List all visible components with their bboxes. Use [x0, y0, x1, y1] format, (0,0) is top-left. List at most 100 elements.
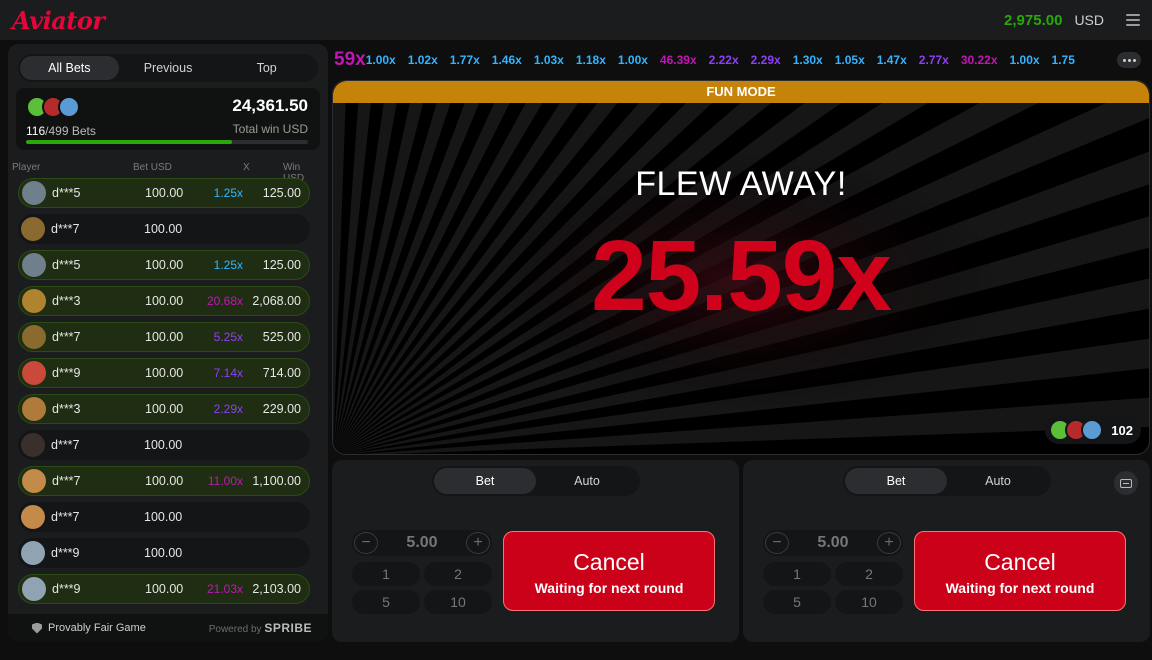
balance-currency: USD: [1074, 12, 1104, 28]
bet-amount: 100.00: [145, 330, 184, 344]
avatar: [22, 397, 46, 421]
col-x: X: [243, 162, 250, 173]
history-multiplier[interactable]: 2.77x: [919, 53, 949, 67]
powered-by: Powered by SPRIBE: [208, 621, 312, 635]
avatar: [21, 541, 45, 565]
plus-icon[interactable]: +: [876, 532, 901, 554]
online-players-badge[interactable]: 102: [1045, 416, 1141, 444]
crash-multiplier: 25.59x: [591, 220, 892, 332]
bet-amount: 100.00: [144, 222, 183, 236]
table-row: d***9 100.00: [18, 538, 310, 568]
tab-top[interactable]: Top: [217, 56, 316, 80]
player-name: d***7: [51, 510, 80, 524]
table-row: d***5 100.00 1.25x 125.00: [18, 250, 310, 280]
history-multiplier[interactable]: 46.39x: [660, 53, 697, 67]
top-header: Aviator 2,975.00 USD: [0, 0, 1152, 40]
cancel-bet-button[interactable]: Cancel Waiting for next round: [914, 531, 1126, 611]
shield-icon: [32, 622, 42, 634]
tab-bet[interactable]: Bet: [845, 468, 947, 494]
win-amount: 1,100.00: [252, 474, 301, 488]
tab-bet[interactable]: Bet: [434, 468, 536, 494]
history-more-button[interactable]: [1117, 52, 1141, 68]
tab-all-bets[interactable]: All Bets: [20, 56, 119, 80]
aviator-logo[interactable]: Aviator: [12, 6, 105, 35]
history-multiplier[interactable]: 1.05x: [835, 53, 865, 67]
history-multiplier[interactable]: 1.02x: [408, 53, 438, 67]
bet-amount: 100.00: [145, 258, 184, 272]
bet-amount: 100.00: [144, 546, 183, 560]
balance-area: 2,975.00 USD: [1004, 12, 1140, 29]
history-multiplier[interactable]: 2.22x: [709, 53, 739, 67]
history-multiplier[interactable]: 1.00x: [618, 53, 648, 67]
tab-previous[interactable]: Previous: [119, 56, 218, 80]
cancel-bet-button[interactable]: Cancel Waiting for next round: [503, 531, 715, 611]
quick-amount-1[interactable]: 1: [763, 562, 831, 586]
flew-away-text: FLEW AWAY!: [635, 165, 847, 203]
history-multiplier[interactable]: 30.22x: [961, 53, 998, 67]
quick-amount-10[interactable]: 10: [835, 590, 903, 614]
col-player: Player: [12, 162, 41, 173]
player-name: d***3: [52, 294, 81, 308]
history-multiplier[interactable]: 1.77x: [450, 53, 480, 67]
history-multiplier[interactable]: 1.03x: [534, 53, 564, 67]
bet-amount-value[interactable]: 5.00: [817, 534, 848, 552]
plus-icon[interactable]: +: [465, 532, 490, 554]
bets-count: 116/499 Bets: [26, 124, 96, 138]
minus-icon[interactable]: −: [354, 532, 378, 554]
table-row: d***9 100.00 21.03x 2,103.00: [18, 574, 310, 604]
win-amount: 125.00: [262, 186, 301, 200]
hamburger-menu-icon[interactable]: [1126, 14, 1140, 26]
bets-list: d***5 100.00 1.25x 125.00 d***7 100.00 d***5 10…: [18, 178, 310, 604]
minus-icon[interactable]: −: [765, 532, 789, 554]
table-row: d***7 100.00: [18, 430, 310, 460]
multiplier-history: 59x 1.00x 1.02x 1.77x 1.46x 1.03x 1.18x 1.00x 46…: [334, 46, 1112, 74]
avatar: [22, 469, 46, 493]
cashout-multiplier: 1.25x: [213, 258, 243, 272]
history-multiplier[interactable]: 2.29x: [751, 53, 781, 67]
total-win-label: Total win USD: [232, 122, 308, 136]
remove-panel-icon[interactable]: [1114, 471, 1138, 495]
bets-panel: All Bets Previous Top 116/499 Bets 24,36…: [8, 44, 328, 642]
tab-auto[interactable]: Auto: [536, 468, 638, 494]
quick-amount-10[interactable]: 10: [424, 590, 492, 614]
provably-fair-label: Provably Fair Game: [48, 622, 146, 634]
history-multiplier[interactable]: 1.00x: [1010, 53, 1040, 67]
bet-amount: 100.00: [145, 186, 184, 200]
history-multiplier[interactable]: 1.46x: [492, 53, 522, 67]
history-multiplier[interactable]: 1.00x: [366, 53, 396, 67]
win-amount: 525.00: [262, 330, 301, 344]
table-row: d***3 100.00 20.68x 2,068.00: [18, 286, 310, 316]
bet-amount: 100.00: [145, 474, 184, 488]
history-multiplier[interactable]: 1.18x: [576, 53, 606, 67]
cancel-sublabel: Waiting for next round: [945, 580, 1095, 596]
quick-amount-2[interactable]: 2: [424, 562, 492, 586]
history-multiplier[interactable]: 1.30x: [793, 53, 823, 67]
bet-amount: 100.00: [144, 438, 183, 452]
players-count: 102: [1111, 422, 1133, 438]
bet-amount-value[interactable]: 5.00: [406, 534, 437, 552]
quick-amount-1[interactable]: 1: [352, 562, 420, 586]
cashout-multiplier: 7.14x: [213, 366, 243, 380]
cashout-multiplier: 5.25x: [213, 330, 243, 344]
player-name: d***9: [52, 582, 81, 596]
quick-amount-2[interactable]: 2: [835, 562, 903, 586]
bet-amount: 100.00: [145, 294, 184, 308]
history-multiplier[interactable]: 1.47x: [877, 53, 907, 67]
col-bet: Bet USD: [133, 162, 172, 173]
avatar: [22, 325, 46, 349]
bets-progress-bar: [26, 140, 308, 144]
player-name: d***7: [52, 474, 81, 488]
table-row: d***5 100.00 1.25x 125.00: [18, 178, 310, 208]
tab-auto[interactable]: Auto: [947, 468, 1049, 494]
quick-amount-5[interactable]: 5: [763, 590, 831, 614]
history-multiplier[interactable]: 1.75: [1052, 53, 1075, 67]
quick-amount-5[interactable]: 5: [352, 590, 420, 614]
cancel-label: Cancel: [984, 549, 1056, 575]
table-row: d***3 100.00 2.29x 229.00: [18, 394, 310, 424]
provably-fair-link[interactable]: Provably Fair Game: [32, 622, 146, 634]
cashout-multiplier: 21.03x: [206, 582, 243, 596]
bets-progress-fill: [26, 140, 232, 144]
avatar: [21, 217, 45, 241]
bet-amount: 100.00: [145, 366, 184, 380]
history-multiplier[interactable]: 59x: [334, 49, 366, 71]
